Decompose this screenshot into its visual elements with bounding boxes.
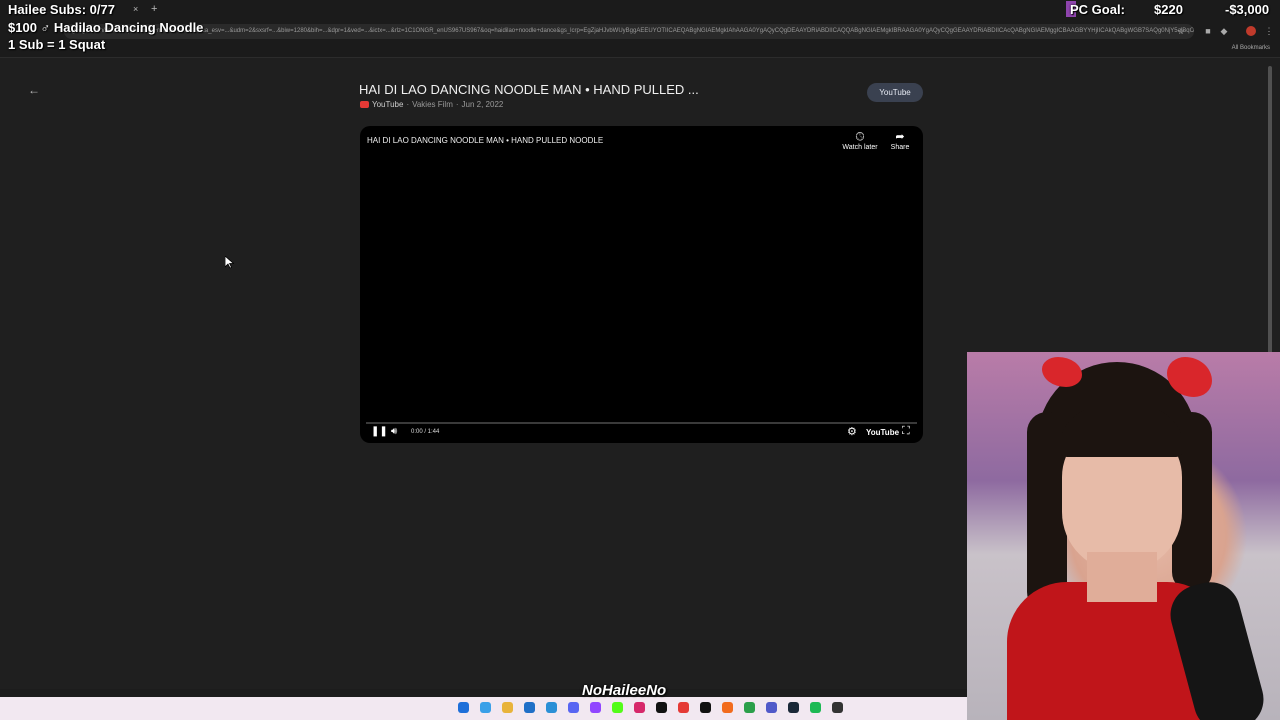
all-bookmarks-button[interactable]: All Bookmarks xyxy=(1232,45,1270,51)
kick-icon[interactable] xyxy=(612,702,623,713)
teams-icon[interactable] xyxy=(766,702,777,713)
watch-later-label: Watch later xyxy=(842,144,878,151)
meta-source: YouTube xyxy=(372,100,404,109)
subs-counter: Hailee Subs: 0/77 xyxy=(8,2,115,17)
embed-title[interactable]: HAI DI LAO DANCING NOODLE MAN • HAND PUL… xyxy=(367,136,603,145)
chrome-icon[interactable] xyxy=(744,702,755,713)
spotify-icon[interactable] xyxy=(810,702,821,713)
goal-text: $100 ♂ Hadilao Dancing Noodle xyxy=(8,20,204,35)
watch-later-button[interactable]: 🕓︎ Watch later xyxy=(840,131,880,151)
meta-date: Jun 2, 2022 xyxy=(461,100,504,109)
streamer-watermark: NoHaileeNo xyxy=(582,682,667,699)
url-input[interactable]: google.com/search?q=haidilao+noodle+danc… xyxy=(64,24,1194,39)
rule-text: 1 Sub = 1 Squat xyxy=(8,37,106,52)
progress-bar[interactable] xyxy=(366,422,917,424)
bookmarks-bar xyxy=(0,42,1280,58)
meta-channel: Vakies Film xyxy=(412,100,453,109)
tab-close-icon[interactable]: × xyxy=(133,4,138,14)
files-icon[interactable] xyxy=(502,702,513,713)
youtube-icon xyxy=(360,101,369,108)
pc-goal-current: $220 xyxy=(1154,2,1183,17)
copilot-icon[interactable] xyxy=(480,702,491,713)
webcam-feed xyxy=(967,352,1280,720)
share-button[interactable]: ➦ Share xyxy=(886,131,914,151)
gear-icon[interactable]: ⚙ xyxy=(847,425,857,438)
menu-icon[interactable]: ⋮ xyxy=(1264,26,1274,36)
outlook-icon[interactable] xyxy=(524,702,535,713)
scrollbar-thumb[interactable] xyxy=(1268,66,1272,356)
discord-icon[interactable] xyxy=(568,702,579,713)
steam-icon[interactable] xyxy=(788,702,799,713)
x-icon[interactable] xyxy=(700,702,711,713)
clock-icon: 🕓︎ xyxy=(855,131,865,143)
pc-goal-label: PC Goal: xyxy=(1070,2,1125,17)
open-youtube-button[interactable]: YouTube xyxy=(867,83,923,102)
meta-separator: · xyxy=(455,100,459,109)
edge-icon[interactable] xyxy=(546,702,557,713)
video-player[interactable] xyxy=(360,126,923,443)
fullscreen-icon[interactable]: ⛶ xyxy=(902,425,910,438)
meta-separator: · xyxy=(406,100,410,109)
new-tab-button[interactable]: + xyxy=(151,3,157,15)
time-display: 0:00 / 1:44 xyxy=(411,429,440,435)
youtube-icon[interactable] xyxy=(678,702,689,713)
video-title[interactable]: HAI DI LAO DANCING NOODLE MAN • HAND PUL… xyxy=(359,82,699,97)
youtube-logo[interactable]: YouTube xyxy=(866,428,899,437)
instagram-icon[interactable] xyxy=(634,702,645,713)
firefox-icon[interactable] xyxy=(722,702,733,713)
video-meta: YouTube · Vakies Film · Jun 2, 2022 xyxy=(360,100,503,109)
pc-goal-target: -$3,000 xyxy=(1225,2,1270,17)
volume-icon[interactable]: 🔊︎ xyxy=(391,426,397,437)
back-arrow-icon[interactable]: ← xyxy=(27,83,41,97)
pause-icon[interactable]: ❚❚ xyxy=(371,426,388,437)
horizontal-scrollbar[interactable] xyxy=(0,689,967,697)
extension-icon[interactable]: ■ xyxy=(1203,26,1213,36)
tiktok-icon[interactable] xyxy=(656,702,667,713)
twitch-icon[interactable] xyxy=(590,702,601,713)
star-icon[interactable]: ☆ xyxy=(1176,26,1186,36)
share-arrow-icon: ➦ xyxy=(895,131,905,143)
obs-icon[interactable] xyxy=(832,702,843,713)
extensions-puzzle-icon[interactable]: ◆ xyxy=(1219,26,1229,36)
windows-icon[interactable] xyxy=(458,702,469,713)
profile-avatar[interactable] xyxy=(1246,26,1256,36)
share-label: Share xyxy=(890,144,910,151)
